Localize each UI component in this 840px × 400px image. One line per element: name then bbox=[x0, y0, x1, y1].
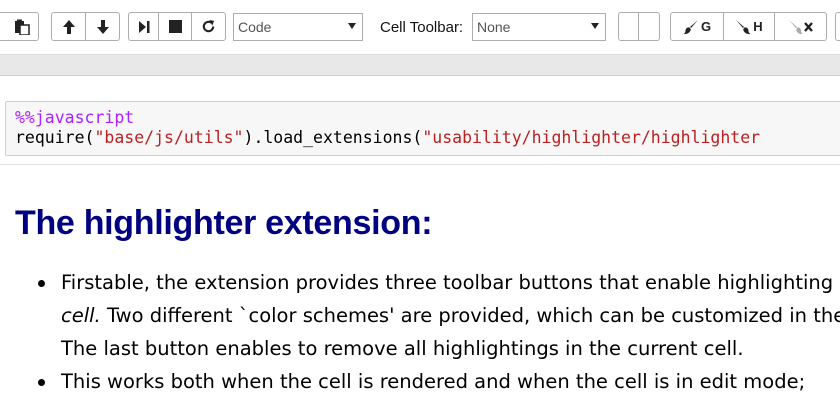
markdown-list: Firstable, the extension provides three … bbox=[38, 266, 840, 398]
markdown-heading: The highlighter extension: bbox=[15, 204, 433, 242]
restart-kernel-button[interactable] bbox=[192, 12, 226, 41]
move-cell-down-button[interactable] bbox=[86, 12, 120, 41]
highlight-scheme-h-button[interactable]: H bbox=[724, 12, 775, 41]
arrow-up-icon bbox=[62, 19, 76, 35]
code-function: require bbox=[15, 128, 85, 147]
code-string: "base/js/utils" bbox=[94, 128, 244, 147]
cell-toolbar-value: None bbox=[477, 19, 511, 35]
empty-toolbar-button[interactable] bbox=[618, 12, 639, 41]
list-item-emphasis: cell. bbox=[61, 304, 101, 327]
code-paren: ( bbox=[412, 128, 423, 147]
eraser-icon bbox=[788, 19, 814, 35]
list-item-text: The last button enables to remove all hi… bbox=[61, 337, 744, 360]
stop-icon bbox=[168, 20, 182, 33]
bullet-icon bbox=[38, 280, 45, 287]
run-cell-button[interactable] bbox=[128, 12, 159, 41]
list-item-text: This works both when the cell is rendere… bbox=[61, 370, 806, 393]
cell-type-value: Code bbox=[238, 19, 272, 35]
list-item: This works both when the cell is rendere… bbox=[38, 365, 840, 398]
list-item-text: Two different `color schemes' are provid… bbox=[100, 304, 840, 327]
notebook-toolbar: Code Cell Toolbar: None G H bbox=[0, 0, 840, 54]
extra-toolbar-button[interactable] bbox=[835, 12, 840, 41]
interrupt-kernel-button[interactable] bbox=[159, 12, 192, 41]
list-item: Firstable, the extension provides three … bbox=[38, 266, 840, 365]
empty-toolbar-button[interactable] bbox=[639, 12, 660, 41]
list-item-text: Firstable, the extension provides three … bbox=[61, 271, 840, 294]
refresh-icon bbox=[201, 19, 216, 34]
cell-magic: %%javascript bbox=[15, 108, 135, 127]
highlight-scheme-letter: G bbox=[700, 19, 712, 34]
remove-highlights-button[interactable] bbox=[775, 12, 827, 41]
chevron-down-icon bbox=[348, 23, 356, 29]
brush-icon bbox=[683, 19, 699, 35]
highlight-scheme-letter: H bbox=[753, 19, 763, 34]
chevron-down-icon bbox=[591, 23, 599, 29]
code-paren: ( bbox=[84, 128, 95, 147]
cell-divider bbox=[0, 164, 840, 165]
paste-cells-button[interactable] bbox=[0, 12, 39, 41]
highlight-scheme-g-button[interactable]: G bbox=[670, 12, 724, 41]
brush-icon bbox=[735, 19, 751, 35]
code-string: "usability/highlighter/highlighter bbox=[422, 128, 761, 147]
paste-icon bbox=[14, 19, 30, 35]
code-paren: ) bbox=[243, 128, 254, 147]
step-forward-icon bbox=[138, 20, 150, 34]
cell-toolbar-select[interactable]: None bbox=[472, 13, 606, 41]
bullet-icon bbox=[38, 379, 45, 386]
move-cell-up-button[interactable] bbox=[51, 12, 86, 41]
cell-toolbar-label: Cell Toolbar: bbox=[380, 19, 464, 36]
toolbar-divider-strip bbox=[0, 54, 840, 76]
code-cell-input[interactable]: %%javascript require("base/js/utils").lo… bbox=[5, 101, 840, 156]
code-method: .load_extensions bbox=[253, 128, 413, 147]
arrow-down-icon bbox=[96, 19, 110, 35]
cell-type-select[interactable]: Code bbox=[233, 13, 363, 41]
